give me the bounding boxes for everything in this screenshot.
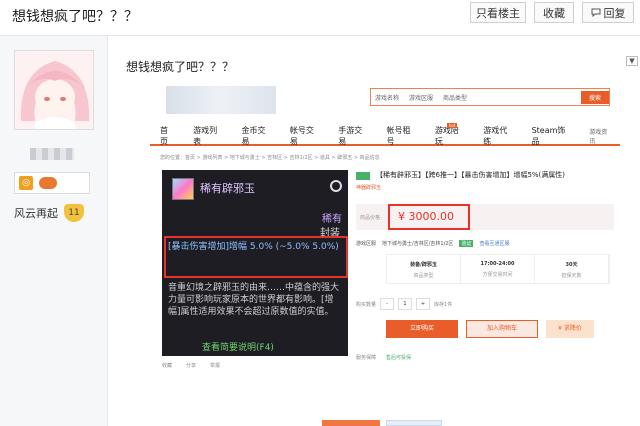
- search-tab: 游戏区服: [409, 94, 434, 102]
- guarantee-label: 服务保障: [356, 355, 377, 361]
- stat-cell: 17:00-24:00 方便交易时间: [461, 255, 535, 283]
- anime-avatar-image: [15, 51, 93, 129]
- listing-stats: 装备/辟邪玉 商品类型 17:00-24:00 方便交易时间 30天担保天数: [386, 254, 610, 284]
- listing-tag: [356, 172, 370, 180]
- quantity-row: 购买数量 - 1 + 库存1件: [356, 298, 452, 310]
- shop-nav-item: Steam饰品: [531, 126, 566, 146]
- author-sidebar: 楼主 ◎ 风云再起 11: [0, 36, 108, 426]
- bargain-button: ¥ 求降价: [546, 320, 594, 338]
- share-item: 分享: [186, 363, 197, 369]
- stat-value: 装备/辟邪玉: [410, 262, 437, 268]
- stat-value: 30天: [565, 262, 578, 268]
- forum-name: 风云再起: [14, 207, 58, 220]
- guarantee-row: 服务保障 售后可投保: [356, 354, 411, 361]
- buy-now-button: 立即购买: [386, 320, 458, 338]
- gem-icon: [172, 178, 194, 200]
- shop-nav-item: 游戏陪玩 hot: [434, 123, 465, 147]
- qty-minus: -: [380, 298, 395, 310]
- region-label: 游戏区服: [356, 241, 377, 247]
- share-item: 收藏: [162, 363, 173, 369]
- listing-subtitle: 神器辟邪玉: [356, 185, 382, 191]
- only-lz-button[interactable]: 只看楼主: [470, 2, 526, 23]
- stat-label: 担保天数: [561, 273, 582, 279]
- shop-breadcrumb: 您的位置：首页 > 游戏列表 > 地下城与勇士 > 吉林区 > 吉林1/2区 >…: [160, 155, 380, 161]
- shop-nav-item: 首页: [160, 126, 168, 146]
- shop-search-button: 搜索: [580, 90, 609, 104]
- item-attribute: [暴击伤害增加]增幅 5.0% (~5.0% 5.0%): [168, 242, 339, 252]
- price-panel: 商品价格 ¥ 3000.00: [356, 204, 614, 230]
- search-tab: 游戏名称: [375, 94, 400, 102]
- forum-level[interactable]: 风云再起 11: [14, 202, 94, 224]
- post-title: 想钱想疯了吧？？？: [126, 60, 235, 74]
- shop-nav-item: 手游交易: [338, 126, 363, 146]
- reply-label: 回复: [603, 6, 626, 20]
- qty-stock: 库存1件: [434, 301, 453, 308]
- reply-button[interactable]: 回复: [582, 2, 634, 23]
- qty-value: 1: [398, 298, 413, 310]
- qty-plus: +: [416, 298, 431, 310]
- share-item: 举报: [210, 363, 221, 369]
- guarantee-value: 售后可投保: [386, 355, 412, 361]
- avatar[interactable]: 楼主: [14, 50, 94, 130]
- item-name: 稀有辟邪玉: [200, 182, 255, 195]
- chevron-down-icon[interactable]: ▼: [626, 56, 638, 66]
- collect-button[interactable]: 收藏: [534, 2, 574, 23]
- hot-badge: hot: [446, 123, 458, 128]
- stat-cell: 30天担保天数: [535, 255, 609, 283]
- region-row: 游戏区服 地下城与勇士/吉林区/吉林1/2区 验证 查看互通区服: [356, 240, 509, 247]
- see-description: 查看简要说明(F4): [202, 343, 274, 353]
- username-blurred[interactable]: [30, 148, 74, 160]
- stat-label: 商品类型: [413, 273, 434, 279]
- member-badge-icon: ◎: [19, 176, 33, 190]
- thread-title: 想钱想疯了吧？？？: [12, 9, 138, 25]
- site-logo-blurred: [166, 86, 276, 114]
- bottom-action-button[interactable]: [322, 420, 380, 426]
- game-badge-icon: [39, 177, 57, 189]
- item-description: 音重幻境之辟邪玉的由来……中蕴含的强大力量可影响玩家原本的世界都有影响。[增幅]…: [168, 283, 340, 317]
- shop-search-bar: 游戏名称 游戏区服 商品类型 搜索: [370, 88, 610, 106]
- add-cart-button: 加入购物车: [466, 320, 538, 338]
- listing-title: 【稀有辟邪玉】【跨6推一】【暴击伤害增加】增幅5%(满属性): [376, 171, 566, 179]
- item-tooltip-card: 稀有辟邪玉 稀有 封装 [暴击伤害增加]增幅 5.0% (~5.0% 5.0%)…: [162, 170, 348, 356]
- magnifier-icon: [330, 180, 342, 192]
- stat-value: 17:00-24:00: [480, 261, 515, 267]
- search-tab: 商品类型: [443, 94, 468, 102]
- bottom-secondary-button[interactable]: [386, 420, 442, 426]
- price-label: 商品价格: [360, 215, 381, 221]
- share-row: 收藏 分享 举报: [162, 362, 220, 369]
- item-rarity: 稀有: [322, 214, 342, 225]
- comment-icon: [591, 8, 600, 17]
- region-link: 查看互通区服: [479, 241, 510, 247]
- thread-header: 想钱想疯了吧？？？ 只看楼主 收藏 回复: [0, 0, 640, 36]
- region-value: 地下城与勇士/吉林区/吉林1/2区: [382, 241, 454, 247]
- post-image: 游戏名称 游戏区服 商品类型 搜索 首页 游戏列表 金币交易 帐号交易 手游交易…: [150, 76, 620, 376]
- qty-label: 购买数量: [356, 301, 377, 308]
- level-badge: 11: [64, 204, 84, 222]
- shop-nav-item: 帐号租号: [386, 126, 411, 146]
- stat-label: 方便交易时间: [482, 272, 513, 278]
- price-value: ¥ 3000.00: [388, 204, 470, 230]
- region-pill: 验证: [459, 240, 474, 247]
- shop-nav-item: 游戏代练: [483, 126, 508, 146]
- shop-nav-label: 游戏陪玩: [434, 126, 459, 146]
- shop-nav-item: 游戏列表: [193, 126, 218, 146]
- shop-nav-item: 帐号交易: [289, 126, 314, 146]
- badge-row: ◎: [14, 172, 90, 194]
- shop-nav-item: 金币交易: [241, 126, 266, 146]
- stat-cell: 装备/辟邪玉 商品类型: [387, 255, 461, 283]
- shop-nav: 首页 游戏列表 金币交易 帐号交易 手游交易 帐号租号 游戏陪玩 hot 游戏代练…: [150, 123, 620, 147]
- shop-nav-right: 游戏资讯: [589, 129, 608, 145]
